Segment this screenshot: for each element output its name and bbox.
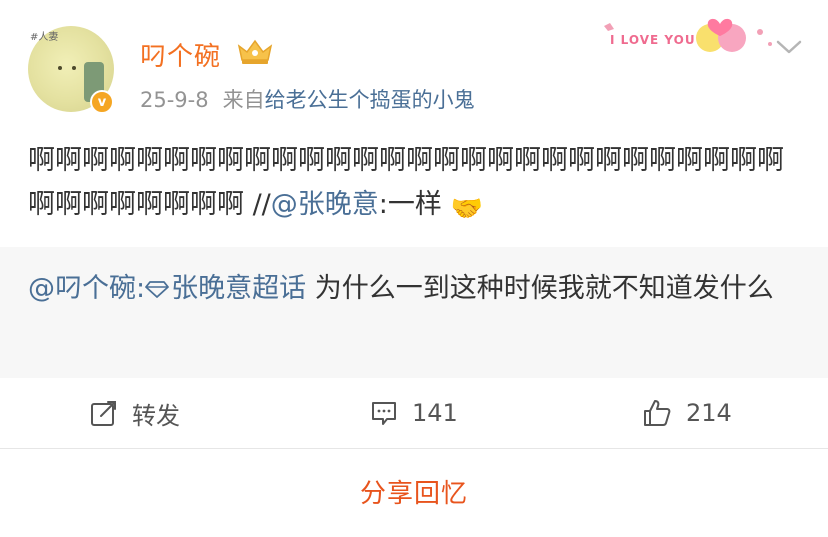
mention-link[interactable]: @张晚意 [271, 189, 379, 220]
comment-button[interactable]: 141 [370, 378, 458, 448]
love-sticker-text: I LOVE YOU [610, 33, 696, 47]
post-date: 25-9-8 [140, 88, 209, 112]
post-text-after: :一样 [378, 189, 442, 220]
quoted-post[interactable]: @叼个碗: 张晚意超话 为什么一到这种时候我就不知道发什么 [0, 247, 828, 378]
post-meta: 25-9-8 来自给老公生个捣蛋的小鬼 [140, 84, 475, 114]
username[interactable]: 叼个碗 [140, 36, 221, 73]
quoted-body: 为什么一到这种时候我就不知道发什么 [306, 273, 774, 304]
thumbs-up-icon [644, 400, 671, 426]
repost-label: 转发 [132, 401, 180, 430]
diamond-topic-icon [145, 281, 170, 298]
repost-button[interactable]: 转发 [90, 378, 180, 448]
quoted-text: @叼个碗: 张晚意超话 为什么一到这种时候我就不知道发什么 [28, 267, 800, 311]
like-button[interactable]: 214 [642, 378, 732, 448]
source-link[interactable]: 给老公生个捣蛋的小鬼 [265, 88, 475, 112]
handshake-emoji-icon: 🤝 [450, 194, 483, 224]
verified-badge-icon: v [90, 90, 114, 114]
action-bar: 转发 141 214 [0, 378, 828, 448]
avatar-tag: #人妻 [30, 32, 59, 43]
post-content: 啊啊啊啊啊啊啊啊啊啊啊啊啊啊啊啊啊啊啊啊啊啊啊啊啊啊啊啊啊啊啊啊啊啊啊啊 //@… [28, 139, 800, 231]
quoted-mention[interactable]: @叼个碗: [28, 273, 145, 304]
chevron-down-icon[interactable] [774, 36, 804, 58]
share-memory-button[interactable]: 分享回忆 [0, 456, 828, 526]
avatar[interactable]: #人妻 v [28, 26, 114, 114]
divider [0, 448, 828, 449]
weibo-post: #人妻 v 叼个碗 25-9-8 来自给老公生个捣蛋的小鬼 I LOVE YOU … [0, 0, 828, 537]
like-count: 214 [686, 399, 732, 427]
love-sticker-icon: I LOVE YOU [604, 18, 772, 52]
topic-link[interactable]: 张晚意超话 [171, 273, 306, 304]
comment-icon [372, 402, 396, 425]
avatar-eye [72, 66, 76, 70]
source-prefix: 来自 [222, 88, 265, 112]
crown-vip-icon [237, 39, 273, 64]
repost-icon [91, 401, 116, 426]
avatar-eye [58, 66, 62, 70]
comment-count: 141 [412, 399, 458, 427]
